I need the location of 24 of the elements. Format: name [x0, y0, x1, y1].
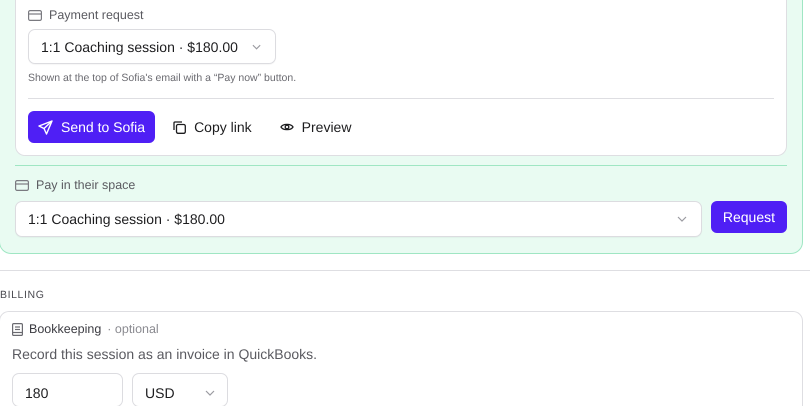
session-select[interactable]: 1:1 Coaching session · $180.00: [28, 29, 276, 64]
preview-button[interactable]: Preview: [270, 111, 362, 143]
send-icon: [38, 120, 53, 134]
book-icon: [12, 322, 23, 336]
chevron-down-icon: [676, 216, 687, 222]
currency-select[interactable]: USD: [132, 373, 228, 406]
card-description: Record this session as an invoice in QuickBooks.: [12, 346, 318, 362]
eye-icon: [280, 122, 294, 132]
section-label: Payment request: [49, 8, 144, 22]
optional-note: · optional: [107, 322, 159, 336]
card-title: Bookkeeping: [29, 322, 102, 336]
request-button[interactable]: Request: [710, 201, 787, 233]
section-label: Pay in their space: [36, 178, 136, 192]
hint-text: Shown at the top of Sofia's email with a “Pay now” button.: [28, 72, 298, 84]
card-icon: [28, 10, 42, 20]
session-select[interactable]: 1:1 Coaching session · $180.00: [15, 201, 702, 237]
copy-icon: [173, 120, 186, 134]
amount-field[interactable]: 180: [12, 373, 123, 406]
card-icon: [15, 180, 29, 190]
chevron-down-icon: [252, 44, 261, 50]
section-heading: BILLING: [0, 289, 46, 301]
send-button[interactable]: Send to Sofia: [28, 111, 156, 143]
chevron-down-icon: [205, 390, 215, 396]
copy-link-button[interactable]: Copy link: [163, 111, 262, 143]
